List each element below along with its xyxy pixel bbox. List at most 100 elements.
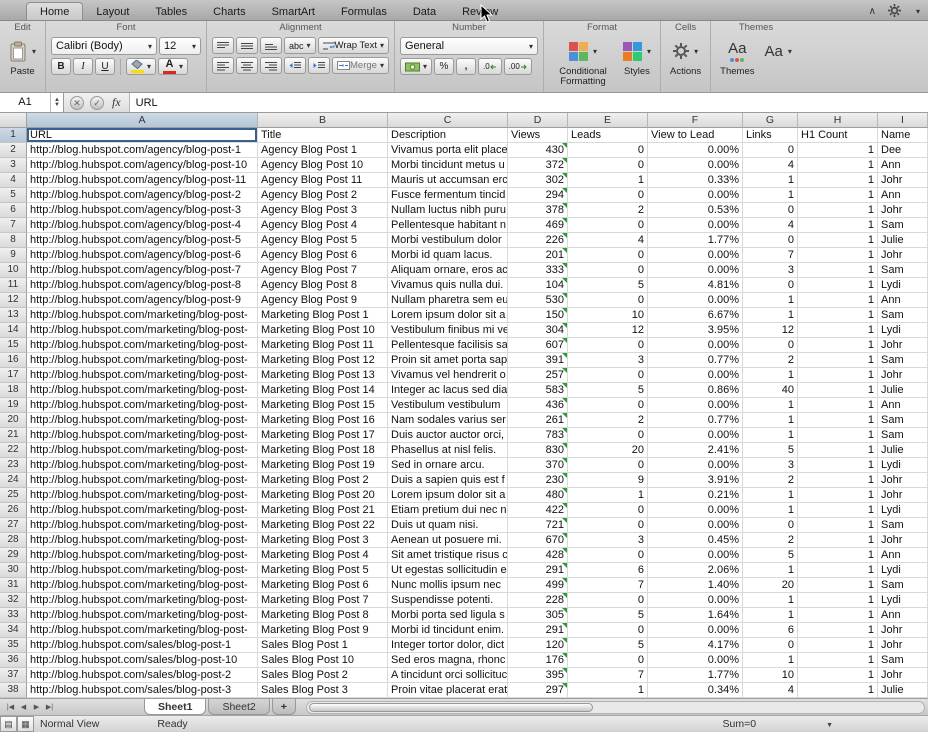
cell-B36[interactable]: Sales Blog Post 10 bbox=[258, 653, 388, 668]
cell-F31[interactable]: 1.40% bbox=[648, 578, 743, 593]
row-header-33[interactable]: 33 bbox=[0, 608, 27, 623]
cell-D34[interactable]: 291 bbox=[508, 623, 568, 638]
cell-E32[interactable]: 0 bbox=[568, 593, 648, 608]
select-all-corner[interactable] bbox=[0, 113, 27, 128]
settings-dropdown-arrow-icon[interactable] bbox=[913, 5, 920, 17]
cell-F8[interactable]: 1.77% bbox=[648, 233, 743, 248]
cell-A7[interactable]: http://blog.hubspot.com/agency/blog-post… bbox=[27, 218, 258, 233]
cell-G5[interactable]: 1 bbox=[743, 188, 798, 203]
row-header-23[interactable]: 23 bbox=[0, 458, 27, 473]
cell-G11[interactable]: 0 bbox=[743, 278, 798, 293]
cell-E38[interactable]: 1 bbox=[568, 683, 648, 698]
cell-A29[interactable]: http://blog.hubspot.com/marketing/blog-p… bbox=[27, 548, 258, 563]
cell-D6[interactable]: 378 bbox=[508, 203, 568, 218]
cell-B3[interactable]: Agency Blog Post 10 bbox=[258, 158, 388, 173]
cell-C35[interactable]: Integer tortor dolor, dict bbox=[388, 638, 508, 653]
cell-C14[interactable]: Vestibulum finibus mi ve bbox=[388, 323, 508, 338]
cell-D31[interactable]: 499 bbox=[508, 578, 568, 593]
cell-F4[interactable]: 0.33% bbox=[648, 173, 743, 188]
cell-H11[interactable]: 1 bbox=[798, 278, 878, 293]
cell-D22[interactable]: 830 bbox=[508, 443, 568, 458]
add-sheet-button[interactable]: + bbox=[272, 699, 296, 715]
cell-H20[interactable]: 1 bbox=[798, 413, 878, 428]
cell-B17[interactable]: Marketing Blog Post 13 bbox=[258, 368, 388, 383]
cell-B29[interactable]: Marketing Blog Post 4 bbox=[258, 548, 388, 563]
row-header-11[interactable]: 11 bbox=[0, 278, 27, 293]
cell-B16[interactable]: Marketing Blog Post 12 bbox=[258, 353, 388, 368]
cell-E9[interactable]: 0 bbox=[568, 248, 648, 263]
cell-D14[interactable]: 304 bbox=[508, 323, 568, 338]
font-name-select[interactable]: Calibri (Body) bbox=[51, 37, 157, 55]
cell-B8[interactable]: Agency Blog Post 5 bbox=[258, 233, 388, 248]
cell-E28[interactable]: 3 bbox=[568, 533, 648, 548]
cell-B27[interactable]: Marketing Blog Post 22 bbox=[258, 518, 388, 533]
decrease-decimal-button[interactable]: .00 bbox=[504, 58, 532, 75]
cell-D5[interactable]: 294 bbox=[508, 188, 568, 203]
cell-C20[interactable]: Nam sodales varius ser bbox=[388, 413, 508, 428]
cell-B25[interactable]: Marketing Blog Post 20 bbox=[258, 488, 388, 503]
cell-G9[interactable]: 7 bbox=[743, 248, 798, 263]
cell-A3[interactable]: http://blog.hubspot.com/agency/blog-post… bbox=[27, 158, 258, 173]
currency-format-button[interactable] bbox=[400, 58, 432, 75]
cell-F14[interactable]: 3.95% bbox=[648, 323, 743, 338]
column-header-G[interactable]: G bbox=[743, 113, 798, 128]
cell-D35[interactable]: 120 bbox=[508, 638, 568, 653]
cell-C22[interactable]: Phasellus at nisl felis. bbox=[388, 443, 508, 458]
cell-E12[interactable]: 0 bbox=[568, 293, 648, 308]
cell-A11[interactable]: http://blog.hubspot.com/agency/blog-post… bbox=[27, 278, 258, 293]
cell-C13[interactable]: Lorem ipsum dolor sit a bbox=[388, 308, 508, 323]
align-left-button[interactable] bbox=[212, 57, 234, 74]
cell-E30[interactable]: 6 bbox=[568, 563, 648, 578]
cell-F16[interactable]: 0.77% bbox=[648, 353, 743, 368]
themes-button[interactable]: Aa Themes bbox=[716, 34, 758, 78]
cell-I23[interactable]: Lydi bbox=[878, 458, 928, 473]
next-sheet-icon[interactable] bbox=[31, 700, 42, 715]
cell-E37[interactable]: 7 bbox=[568, 668, 648, 683]
cell-C37[interactable]: A tincidunt orci sollicituc bbox=[388, 668, 508, 683]
last-sheet-icon[interactable] bbox=[44, 700, 55, 715]
cell-I31[interactable]: Sam bbox=[878, 578, 928, 593]
cell-I16[interactable]: Sam bbox=[878, 353, 928, 368]
tab-tables[interactable]: Tables bbox=[142, 3, 200, 20]
row-header-38[interactable]: 38 bbox=[0, 683, 27, 698]
row-header-20[interactable]: 20 bbox=[0, 413, 27, 428]
cell-B7[interactable]: Agency Blog Post 4 bbox=[258, 218, 388, 233]
cell-G8[interactable]: 0 bbox=[743, 233, 798, 248]
cell-A14[interactable]: http://blog.hubspot.com/marketing/blog-p… bbox=[27, 323, 258, 338]
cell-G31[interactable]: 20 bbox=[743, 578, 798, 593]
cell-I25[interactable]: Johr bbox=[878, 488, 928, 503]
cell-H28[interactable]: 1 bbox=[798, 533, 878, 548]
cell-H37[interactable]: 1 bbox=[798, 668, 878, 683]
cell-F20[interactable]: 0.77% bbox=[648, 413, 743, 428]
cell-H3[interactable]: 1 bbox=[798, 158, 878, 173]
cell-B6[interactable]: Agency Blog Post 3 bbox=[258, 203, 388, 218]
cell-B33[interactable]: Marketing Blog Post 8 bbox=[258, 608, 388, 623]
row-header-15[interactable]: 15 bbox=[0, 338, 27, 353]
cell-I12[interactable]: Ann bbox=[878, 293, 928, 308]
cell-A9[interactable]: http://blog.hubspot.com/agency/blog-post… bbox=[27, 248, 258, 263]
formula-input[interactable]: URL bbox=[129, 93, 928, 112]
insert-function-icon[interactable]: fx bbox=[112, 95, 121, 110]
cell-F13[interactable]: 6.67% bbox=[648, 308, 743, 323]
cell-I26[interactable]: Lydi bbox=[878, 503, 928, 518]
cell-A12[interactable]: http://blog.hubspot.com/agency/blog-post… bbox=[27, 293, 258, 308]
row-header-17[interactable]: 17 bbox=[0, 368, 27, 383]
align-bottom-button[interactable] bbox=[260, 37, 282, 54]
cell-G36[interactable]: 1 bbox=[743, 653, 798, 668]
cell-E17[interactable]: 0 bbox=[568, 368, 648, 383]
row-header-27[interactable]: 27 bbox=[0, 518, 27, 533]
cell-G30[interactable]: 1 bbox=[743, 563, 798, 578]
cell-B21[interactable]: Marketing Blog Post 17 bbox=[258, 428, 388, 443]
cell-F32[interactable]: 0.00% bbox=[648, 593, 743, 608]
cell-H33[interactable]: 1 bbox=[798, 608, 878, 623]
cell-F30[interactable]: 2.06% bbox=[648, 563, 743, 578]
cell-C18[interactable]: Integer ac lacus sed dia bbox=[388, 383, 508, 398]
cell-B38[interactable]: Sales Blog Post 3 bbox=[258, 683, 388, 698]
row-header-22[interactable]: 22 bbox=[0, 443, 27, 458]
cell-F2[interactable]: 0.00% bbox=[648, 143, 743, 158]
cell-D18[interactable]: 583 bbox=[508, 383, 568, 398]
cell-C24[interactable]: Duis a sapien quis est f bbox=[388, 473, 508, 488]
cell-G19[interactable]: 1 bbox=[743, 398, 798, 413]
cell-D38[interactable]: 297 bbox=[508, 683, 568, 698]
cell-G1[interactable]: Links bbox=[743, 128, 798, 143]
